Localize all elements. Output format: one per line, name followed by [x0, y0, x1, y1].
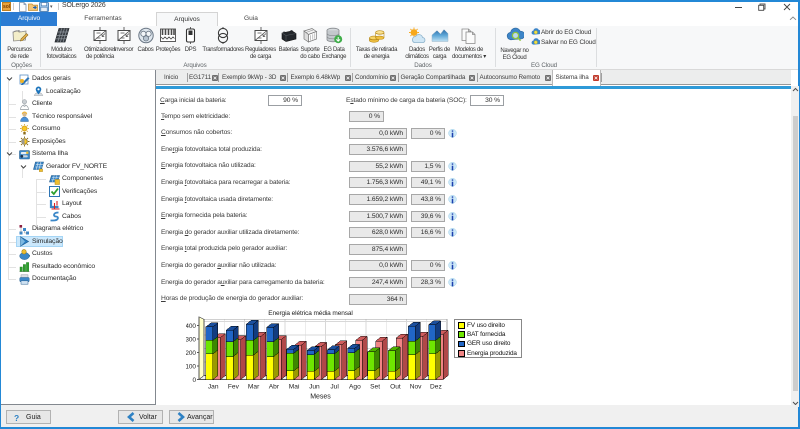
svg-text:200: 200	[186, 350, 196, 357]
svg-text:Set: Set	[370, 384, 380, 391]
svg-text:Nov: Nov	[410, 384, 422, 391]
svg-text:Fev: Fev	[228, 384, 240, 391]
svg-text:Mar: Mar	[248, 384, 260, 391]
svg-text:0: 0	[192, 377, 196, 384]
svg-text:Mai: Mai	[289, 384, 300, 391]
svg-text:100: 100	[186, 364, 196, 371]
svg-text:300: 300	[186, 337, 196, 344]
svg-text:Ago: Ago	[349, 384, 361, 391]
svg-text:400: 400	[186, 323, 196, 330]
svg-text:Dez: Dez	[430, 384, 442, 391]
svg-text:Jul: Jul	[330, 384, 339, 391]
svg-text:Abr: Abr	[269, 384, 280, 391]
svg-text:Out: Out	[390, 384, 401, 391]
svg-text:Meses: Meses	[310, 394, 331, 401]
svg-text:Jan: Jan	[208, 384, 219, 391]
svg-text:Jun: Jun	[309, 384, 320, 391]
